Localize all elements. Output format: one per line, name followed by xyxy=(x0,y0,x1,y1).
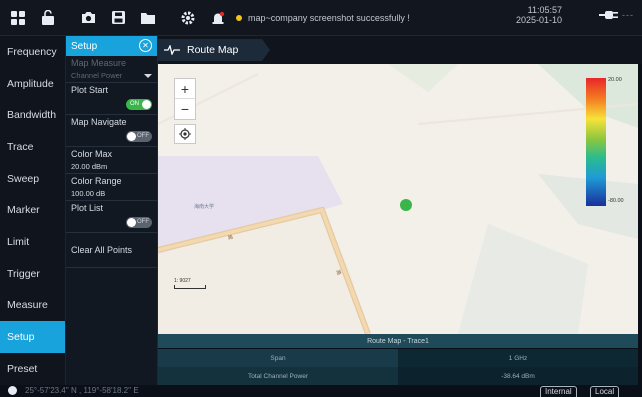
close-icon[interactable]: ✕ xyxy=(139,39,152,52)
plot-start-control: Plot Start ON xyxy=(66,83,157,115)
alarm-icon[interactable] xyxy=(208,8,228,28)
plot-list-toggle[interactable]: OFF xyxy=(126,217,152,228)
left-menu: Frequency Amplitude Bandwidth Trace Swee… xyxy=(0,36,66,385)
folder-icon[interactable] xyxy=(138,8,158,28)
measurement-point[interactable] xyxy=(400,199,412,211)
table-cell-value: 1 GHz xyxy=(398,349,638,367)
zoom-out-button[interactable]: − xyxy=(175,99,195,119)
menu-item-trace[interactable]: Trace xyxy=(0,131,65,163)
plot-list-state: OFF xyxy=(137,219,149,225)
menu-item-frequency[interactable]: Frequency xyxy=(0,36,65,68)
table-row: Total Channel Power -38.64 dBm xyxy=(158,367,638,385)
toggle-knob xyxy=(127,218,136,227)
camera-icon[interactable] xyxy=(78,8,98,28)
clear-all-points-button[interactable]: Clear All Points xyxy=(66,233,157,268)
plot-start-label: Plot Start xyxy=(71,85,109,95)
map-measure-label: Map Measure xyxy=(71,58,127,68)
map-measure-value: Channel Power xyxy=(71,71,123,80)
map-background xyxy=(158,64,638,334)
local-button[interactable]: Local xyxy=(590,386,620,397)
map-scale: 1: 9027 xyxy=(174,278,206,289)
clock-time: 11:05:57 xyxy=(527,5,562,15)
grid-icon[interactable] xyxy=(8,8,28,28)
gps-status: 25°-57'23.4'' N , 119°-58'18.2'' E xyxy=(8,386,139,395)
menu-item-trigger[interactable]: Trigger xyxy=(0,258,65,290)
table-cell-label: Total Channel Power xyxy=(158,367,398,385)
gps-coordinates: 25°-57'23.4'' N , 119°-58'18.2'' E xyxy=(25,386,139,395)
warning-dot-icon xyxy=(236,14,242,21)
color-scale-min: -80.00 xyxy=(608,198,624,204)
toggle-knob xyxy=(142,100,151,109)
menu-item-sweep[interactable]: Sweep xyxy=(0,163,65,195)
power-status: --- xyxy=(599,10,634,20)
menu-item-setup[interactable]: Setup xyxy=(0,321,65,353)
map-measure-control[interactable]: Map Measure Channel Power xyxy=(66,56,157,83)
tab-route-map[interactable]: Route Map xyxy=(158,39,270,61)
results-table-title: Route Map - Trace1 xyxy=(158,334,638,349)
plot-list-control: Plot List OFF xyxy=(66,201,157,233)
map-campus-label: 海南大学 xyxy=(194,204,215,210)
unlock-icon[interactable] xyxy=(38,8,58,28)
bottom-status-bar: 25°-57'23.4'' N , 119°-58'18.2'' E Inter… xyxy=(0,385,642,397)
map-navigate-label: Map Navigate xyxy=(71,117,127,127)
menu-item-limit[interactable]: Limit xyxy=(0,226,65,258)
table-cell-label: Span xyxy=(158,349,398,367)
waveform-icon xyxy=(164,45,180,55)
tab-route-map-label: Route Map xyxy=(187,44,239,56)
menu-item-bandwidth[interactable]: Bandwidth xyxy=(0,99,65,131)
zoom-control: + − xyxy=(174,78,196,120)
color-max-label: Color Max xyxy=(71,149,113,159)
status-message-text: map~company screenshot successfully ! xyxy=(248,12,410,23)
map-scale-bar xyxy=(174,285,206,289)
results-table: Route Map - Trace1 Span 1 GHz Total Chan… xyxy=(158,334,638,385)
color-range-value: 100.00 dB xyxy=(71,189,106,198)
menu-item-marker[interactable]: Marker xyxy=(0,194,65,226)
color-scale-bar xyxy=(586,78,606,206)
color-max-value: 20.00 dBm xyxy=(71,162,108,171)
chevron-down-icon xyxy=(144,73,152,78)
plot-start-toggle[interactable]: ON xyxy=(126,99,152,110)
status-message: map~company screenshot successfully ! xyxy=(236,13,410,23)
map-measure-select[interactable]: Channel Power xyxy=(71,71,152,80)
plot-list-label: Plot List xyxy=(71,203,104,213)
route-map-header: Route Map xyxy=(158,36,642,64)
top-status-bar: map~company screenshot successfully ! 11… xyxy=(0,0,642,36)
plot-start-state: ON xyxy=(130,101,139,107)
map-navigate-state: OFF xyxy=(137,133,149,139)
toggle-knob xyxy=(127,132,136,141)
clock: 11:05:57 2025-01-10 xyxy=(516,5,562,25)
map-navigate-toggle[interactable]: OFF xyxy=(126,131,152,142)
internal-button[interactable]: Internal xyxy=(540,386,577,397)
color-range-control[interactable]: Color Range 100.00 dB xyxy=(66,174,157,201)
settings-icon[interactable] xyxy=(178,8,198,28)
menu-item-amplitude[interactable]: Amplitude xyxy=(0,68,65,100)
map-scale-label: 1: 9027 xyxy=(174,278,191,284)
route-map-view[interactable]: + − 海南大学 路 路 1: 9027 20.00 -80.00 xyxy=(158,64,638,334)
map-navigate-control: Map Navigate OFF xyxy=(66,115,157,147)
setup-panel: Setup ✕ Map Measure Channel Power Plot S… xyxy=(66,36,158,385)
locate-icon xyxy=(179,128,191,140)
plug-icon xyxy=(599,11,618,19)
clock-date: 2025-01-10 xyxy=(515,15,562,25)
save-icon[interactable] xyxy=(108,8,128,28)
setup-panel-title: Setup xyxy=(71,40,98,52)
table-row: Span 1 GHz xyxy=(158,349,638,367)
color-scale-max: 20.00 xyxy=(608,77,622,83)
location-pin-icon xyxy=(8,386,17,395)
zoom-in-button[interactable]: + xyxy=(175,79,195,99)
power-suffix: --- xyxy=(622,10,634,20)
locate-button[interactable] xyxy=(174,124,196,144)
color-max-control[interactable]: Color Max 20.00 dBm xyxy=(66,147,157,174)
color-range-label: Color Range xyxy=(71,176,122,186)
menu-item-measure[interactable]: Measure xyxy=(0,290,65,322)
setup-panel-header: Setup ✕ xyxy=(66,36,157,56)
table-cell-value: -38.64 dBm xyxy=(398,367,638,385)
menu-item-preset[interactable]: Preset xyxy=(0,353,65,385)
